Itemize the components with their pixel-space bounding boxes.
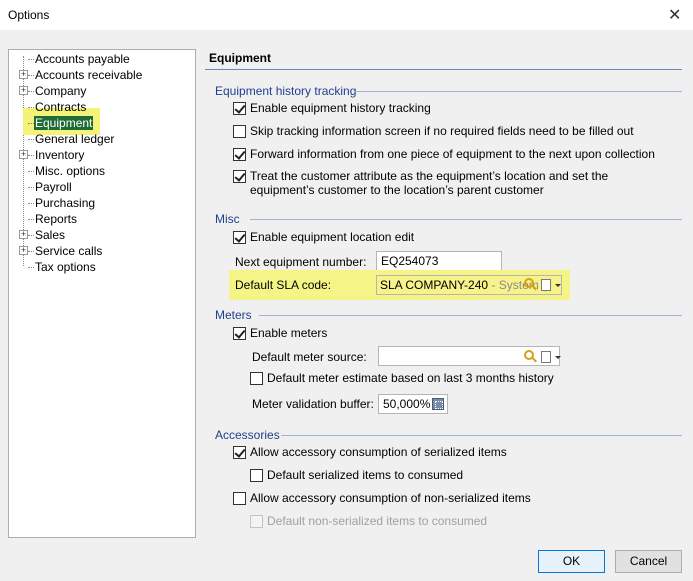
- forward-info-checkbox[interactable]: [233, 148, 246, 161]
- enable-meters-label: Enable meters: [250, 326, 328, 340]
- meter-source-search-icon[interactable]: [524, 350, 534, 360]
- tree-item-reports[interactable]: Reports: [9, 211, 195, 227]
- group-meters-title: Meters: [215, 308, 252, 322]
- tree-item-misc-options[interactable]: Misc. options: [9, 163, 195, 179]
- allow-serialized-checkbox[interactable]: [233, 446, 246, 459]
- enable-meters-checkbox[interactable]: [233, 327, 246, 340]
- options-tree: Accounts payable + Accounts receivable + Com…: [8, 49, 196, 538]
- tree-item-accounts-receivable[interactable]: + Accounts receivable: [9, 67, 195, 83]
- tree-item-label: Accounts receivable: [35, 68, 143, 82]
- allow-serialized-label: Allow accessory consumption of serialize…: [250, 445, 507, 459]
- treat-customer-checkbox[interactable]: [233, 170, 246, 183]
- panel-divider: [205, 69, 682, 70]
- group-accessories-line: [281, 435, 682, 436]
- expand-icon[interactable]: +: [19, 246, 28, 255]
- ok-button[interactable]: OK: [538, 550, 605, 573]
- group-meters-line: [259, 315, 682, 316]
- default-non-serialized-label: Default non-serialized items to consumed: [267, 514, 488, 528]
- allow-non-serialized-label: Allow accessory consumption of non-seria…: [250, 491, 531, 505]
- next-equipment-number-input[interactable]: EQ254073: [376, 251, 502, 271]
- tree-item-label: Payroll: [35, 180, 72, 194]
- next-equipment-number-label: Next equipment number:: [235, 255, 367, 269]
- tree-item-accounts-payable[interactable]: Accounts payable: [9, 51, 195, 67]
- expand-icon[interactable]: +: [19, 86, 28, 95]
- sla-search-icon[interactable]: [524, 278, 534, 288]
- group-misc-line: [250, 219, 682, 220]
- tree-item-payroll[interactable]: Payroll: [9, 179, 195, 195]
- window-titlebar: Options ✕: [0, 0, 693, 30]
- group-accessories-title: Accessories: [215, 428, 280, 442]
- tree-item-equipment[interactable]: Equipment: [9, 115, 195, 131]
- default-serialized-checkbox[interactable]: [250, 469, 263, 482]
- sla-lookup-dropdown-icon[interactable]: [541, 279, 561, 291]
- tree-item-contracts[interactable]: Contracts: [9, 99, 195, 115]
- default-sla-label: Default SLA code:: [235, 278, 332, 292]
- default-non-serialized-checkbox: [250, 515, 263, 528]
- tree-item-label: Equipment: [34, 116, 94, 130]
- group-misc-title: Misc: [215, 212, 240, 226]
- tree-item-label: General ledger: [35, 132, 115, 146]
- tree-item-label: Reports: [35, 212, 78, 226]
- sla-code-suffix: - System (: [488, 278, 547, 292]
- tree-item-purchasing[interactable]: Purchasing: [9, 195, 195, 211]
- tree-item-label: Purchasing: [35, 196, 96, 210]
- window-title: Options: [8, 8, 50, 22]
- panel-title: Equipment: [209, 51, 271, 65]
- meter-estimate-label: Default meter estimate based on last 3 m…: [267, 371, 554, 385]
- meter-validation-buffer-label: Meter validation buffer:: [252, 397, 374, 411]
- group-history-title: Equipment history tracking: [215, 84, 357, 98]
- tree-item-tax-options[interactable]: Tax options: [9, 259, 195, 275]
- enable-location-edit-checkbox[interactable]: [233, 231, 246, 244]
- cancel-button[interactable]: Cancel: [615, 550, 682, 573]
- tree-item-label: Contracts: [35, 100, 87, 114]
- forward-info-label: Forward information from one piece of eq…: [250, 147, 655, 161]
- calculator-icon[interactable]: [432, 398, 444, 410]
- expand-icon[interactable]: +: [19, 230, 28, 239]
- tree-item-label: Misc. options: [35, 164, 106, 178]
- expand-icon[interactable]: +: [19, 70, 28, 79]
- tree-item-company[interactable]: + Company: [9, 83, 195, 99]
- enable-history-label: Enable equipment history tracking: [250, 101, 431, 115]
- tree-item-service-calls[interactable]: + Service calls: [9, 243, 195, 259]
- enable-location-edit-label: Enable equipment location edit: [250, 230, 415, 244]
- treat-customer-label-line2: equipment’s customer to the location’s p…: [250, 183, 544, 197]
- tree-item-label: Service calls: [35, 244, 103, 258]
- tree-item-label: Accounts payable: [35, 52, 130, 66]
- tree-item-inventory[interactable]: + Inventory: [9, 147, 195, 163]
- tree-item-label: Tax options: [35, 260, 96, 274]
- default-serialized-label: Default serialized items to consumed: [267, 468, 464, 482]
- enable-history-checkbox[interactable]: [233, 102, 246, 115]
- skip-tracking-checkbox[interactable]: [233, 125, 246, 138]
- group-history-line: [354, 91, 682, 92]
- expand-icon[interactable]: +: [19, 150, 28, 159]
- sla-code-value: SLA COMPANY-240: [380, 278, 489, 292]
- close-icon[interactable]: ✕: [668, 5, 681, 25]
- tree-item-sales[interactable]: + Sales: [9, 227, 195, 243]
- skip-tracking-label: Skip tracking information screen if no r…: [250, 124, 634, 138]
- tree-item-label: Inventory: [35, 148, 85, 162]
- tree-item-label: Company: [35, 84, 87, 98]
- default-sla-input[interactable]: SLA COMPANY-240 - System (: [376, 275, 562, 295]
- tree-item-general-ledger[interactable]: General ledger: [9, 131, 195, 147]
- tree-item-label: Sales: [35, 228, 66, 242]
- allow-non-serialized-checkbox[interactable]: [233, 492, 246, 505]
- meter-source-dropdown-icon[interactable]: [541, 351, 561, 363]
- treat-customer-label-line1: Treat the customer attribute as the equi…: [250, 169, 609, 183]
- meter-estimate-checkbox[interactable]: [250, 372, 263, 385]
- default-meter-source-label: Default meter source:: [252, 350, 367, 364]
